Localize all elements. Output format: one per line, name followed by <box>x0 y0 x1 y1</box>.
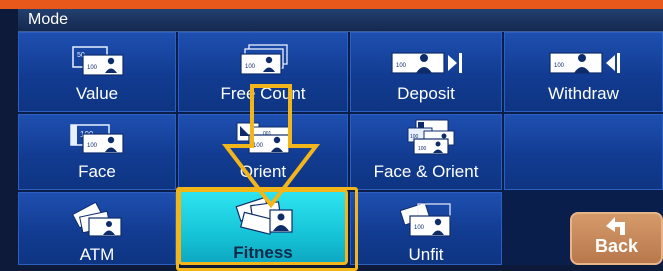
svg-text:100: 100 <box>87 143 98 149</box>
svg-text:100: 100 <box>87 65 98 71</box>
face-orient-icon: 100 100 <box>407 119 455 155</box>
mode-label: ATM <box>79 245 115 264</box>
mode-tile-unfit[interactable]: 100 Unfit <box>350 192 502 265</box>
mode-tile-fitness[interactable]: Fitness <box>178 189 348 265</box>
mode-grid: 50 100 Value 100 Free Count 100 Deposit … <box>18 32 663 265</box>
mode-label: Unfit <box>408 245 444 264</box>
mode-label: Face & Orient <box>373 162 479 181</box>
withdraw-icon: 100 <box>548 52 620 74</box>
svg-text:100: 100 <box>554 63 565 69</box>
mode-tile-value[interactable]: 50 100 Value <box>18 32 176 112</box>
mode-label: Orient <box>239 162 287 181</box>
svg-text:100: 100 <box>418 146 427 152</box>
mode-tile-empty <box>504 114 663 190</box>
mode-label: Free Count <box>220 84 306 103</box>
top-accent-strip <box>0 0 663 9</box>
back-button[interactable]: Back <box>570 212 663 265</box>
page-title: Mode <box>28 11 69 28</box>
svg-text:100: 100 <box>253 143 264 149</box>
mode-label: Deposit <box>397 84 455 103</box>
note-value-icon: 50 100 <box>72 46 124 76</box>
svg-text:100: 100 <box>396 63 407 69</box>
title-bar: Mode <box>18 9 663 32</box>
mode-tile-atm[interactable]: ATM <box>18 192 176 265</box>
mode-label: Face <box>78 162 116 181</box>
deposit-icon: 100 <box>391 52 462 74</box>
atm-icon <box>71 202 122 237</box>
note-orient-icon: 001 100 <box>236 122 290 154</box>
mode-tile-deposit[interactable]: 100 Deposit <box>350 32 502 112</box>
back-button-label: Back <box>594 236 639 256</box>
return-arrow-icon <box>605 217 625 235</box>
svg-text:100: 100 <box>245 64 256 70</box>
fitness-icon <box>235 196 293 235</box>
mode-tile-face-orient[interactable]: 100 100 Face & Orient <box>350 114 502 190</box>
svg-text:100: 100 <box>414 225 425 231</box>
mode-tile-orient[interactable]: 001 100 Orient <box>178 114 348 190</box>
mode-tile-free-count[interactable]: 100 Free Count <box>178 32 348 112</box>
mode-label: Withdraw <box>548 84 619 103</box>
note-stack-icon: 100 <box>240 44 288 75</box>
mode-tile-withdraw[interactable]: 100 Withdraw <box>504 32 663 112</box>
mode-label: Fitness <box>233 243 293 262</box>
unfit-icon: 100 <box>399 202 451 237</box>
mode-label: Value <box>75 84 119 103</box>
mode-tile-face[interactable]: 100 100 Face <box>18 114 176 190</box>
note-face-icon: 100 100 <box>70 124 124 154</box>
